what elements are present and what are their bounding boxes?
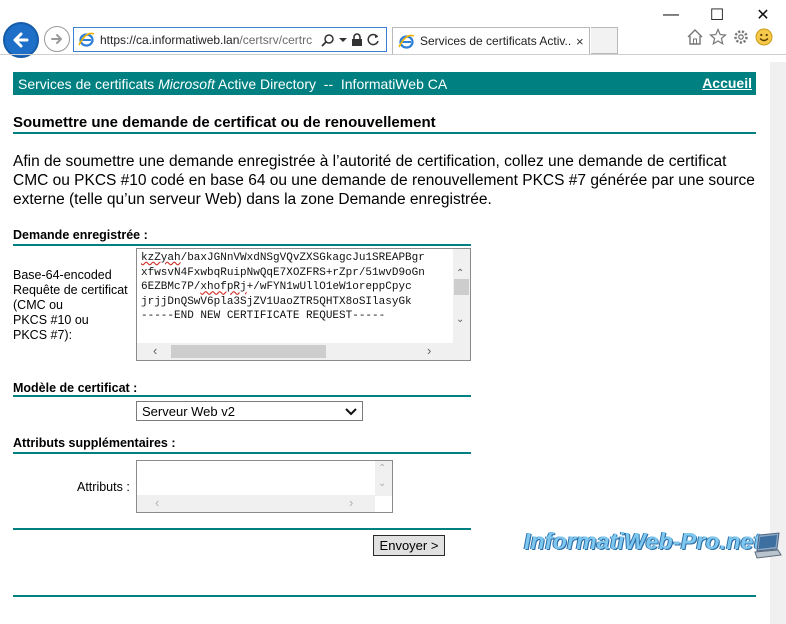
attributes-section-label: Attributs supplémentaires : <box>13 436 176 450</box>
attr-scroll-down-icon[interactable]: ⌄ <box>378 479 386 489</box>
url-text[interactable]: https://ca.informatiweb.lan/certsrv/cert… <box>100 33 318 47</box>
gear-icon[interactable] <box>732 28 750 46</box>
template-select[interactable]: Serveur Web v2 <box>136 401 363 421</box>
tab-title: Services de certificats Activ... <box>420 34 572 48</box>
toolbar-icons <box>686 28 773 46</box>
new-tab-button[interactable] <box>591 27 618 54</box>
forward-button[interactable] <box>44 26 70 52</box>
attributes-textarea[interactable]: ⌃ ⌄ ‹ › <box>136 460 393 513</box>
search-icon[interactable] <box>321 33 335 47</box>
back-arrow-icon <box>13 32 29 48</box>
browser-title-bar: — ☐ ✕ https://ca.informatiweb.lan/certsr… <box>0 0 786 62</box>
back-button[interactable] <box>3 22 39 58</box>
tab-certificate-services[interactable]: Services de certificats Activ... × <box>392 27 590 54</box>
maximize-button[interactable]: ☐ <box>694 0 740 30</box>
watermark-text: InformatiWeb-Pro.net <box>524 528 762 554</box>
laptop-logo-icon <box>754 532 782 559</box>
title-divider <box>13 132 756 134</box>
scroll-left-icon[interactable]: ‹ <box>153 344 157 357</box>
refresh-icon[interactable] <box>367 33 380 46</box>
header-bar: Services de certificats Microsoft Active… <box>13 72 756 95</box>
attributes-divider <box>13 452 471 454</box>
scroll-right-icon[interactable]: › <box>427 344 431 357</box>
smiley-icon[interactable] <box>755 28 773 46</box>
window-controls: — ☐ ✕ <box>648 0 786 30</box>
page-footer-divider <box>13 595 756 597</box>
home-icon[interactable] <box>686 28 704 46</box>
star-icon[interactable] <box>709 28 727 46</box>
request-vertical-thumb[interactable] <box>454 279 469 295</box>
header-title: Services de certificats Microsoft Active… <box>18 75 448 92</box>
submit-button[interactable]: Envoyer > <box>373 535 445 556</box>
attributes-field-label: Attributs : <box>77 480 130 494</box>
attributes-horizontal-scrollbar[interactable]: ‹ › <box>137 495 375 512</box>
template-divider <box>13 395 471 397</box>
saved-request-label: Demande enregistrée : <box>13 228 148 242</box>
intro-text: Afin de soumettre une demande enregistré… <box>13 153 755 208</box>
tab-ie-logo-icon <box>398 33 415 50</box>
request-vertical-scrollbar[interactable]: ⌃ ⌄ <box>453 249 470 344</box>
saved-request-textarea[interactable]: kzZyah/baxJGNnVWxdNSgVQvZXSGkagcJu1SREAP… <box>136 248 471 361</box>
close-window-button[interactable]: ✕ <box>740 0 786 30</box>
attr-scroll-right-icon[interactable]: › <box>349 496 353 509</box>
attributes-vertical-scrollbar[interactable]: ⌃ ⌄ <box>375 461 392 496</box>
attr-scroll-left-icon[interactable]: ‹ <box>155 496 159 509</box>
chrome-separator <box>0 54 786 55</box>
template-label: Modèle de certificat : <box>13 381 138 395</box>
request-horizontal-scrollbar[interactable]: ‹ › <box>137 343 454 360</box>
saved-request-text[interactable]: kzZyah/baxJGNnVWxdNSgVQvZXSGkagcJu1SREAP… <box>141 251 453 339</box>
chevron-down-icon <box>345 408 357 416</box>
ie-logo-icon <box>78 31 95 48</box>
address-bar[interactable]: https://ca.informatiweb.lan/certsrv/cert… <box>73 27 387 52</box>
scroll-up-icon[interactable]: ⌃ <box>456 269 464 279</box>
tab-close-icon[interactable]: × <box>576 34 584 49</box>
minimize-button[interactable]: — <box>648 0 694 30</box>
page-title: Soumettre une demande de certificat ou d… <box>13 114 436 131</box>
home-link[interactable]: Accueil <box>702 75 752 91</box>
template-selected-value: Serveur Web v2 <box>142 403 235 419</box>
scroll-down-icon[interactable]: ⌄ <box>456 315 464 325</box>
attr-scroll-up-icon[interactable]: ⌃ <box>378 464 386 474</box>
forward-arrow-icon <box>51 34 62 44</box>
dropdown-icon[interactable] <box>339 36 347 44</box>
base64-request-label: Base-64-encoded Requête de certificat (C… <box>13 268 128 342</box>
request-horizontal-thumb[interactable] <box>171 345 326 358</box>
saved-request-divider <box>13 244 471 246</box>
form-bottom-divider <box>13 528 471 530</box>
scrollbar-corner <box>453 343 470 360</box>
lock-icon[interactable] <box>351 32 363 47</box>
